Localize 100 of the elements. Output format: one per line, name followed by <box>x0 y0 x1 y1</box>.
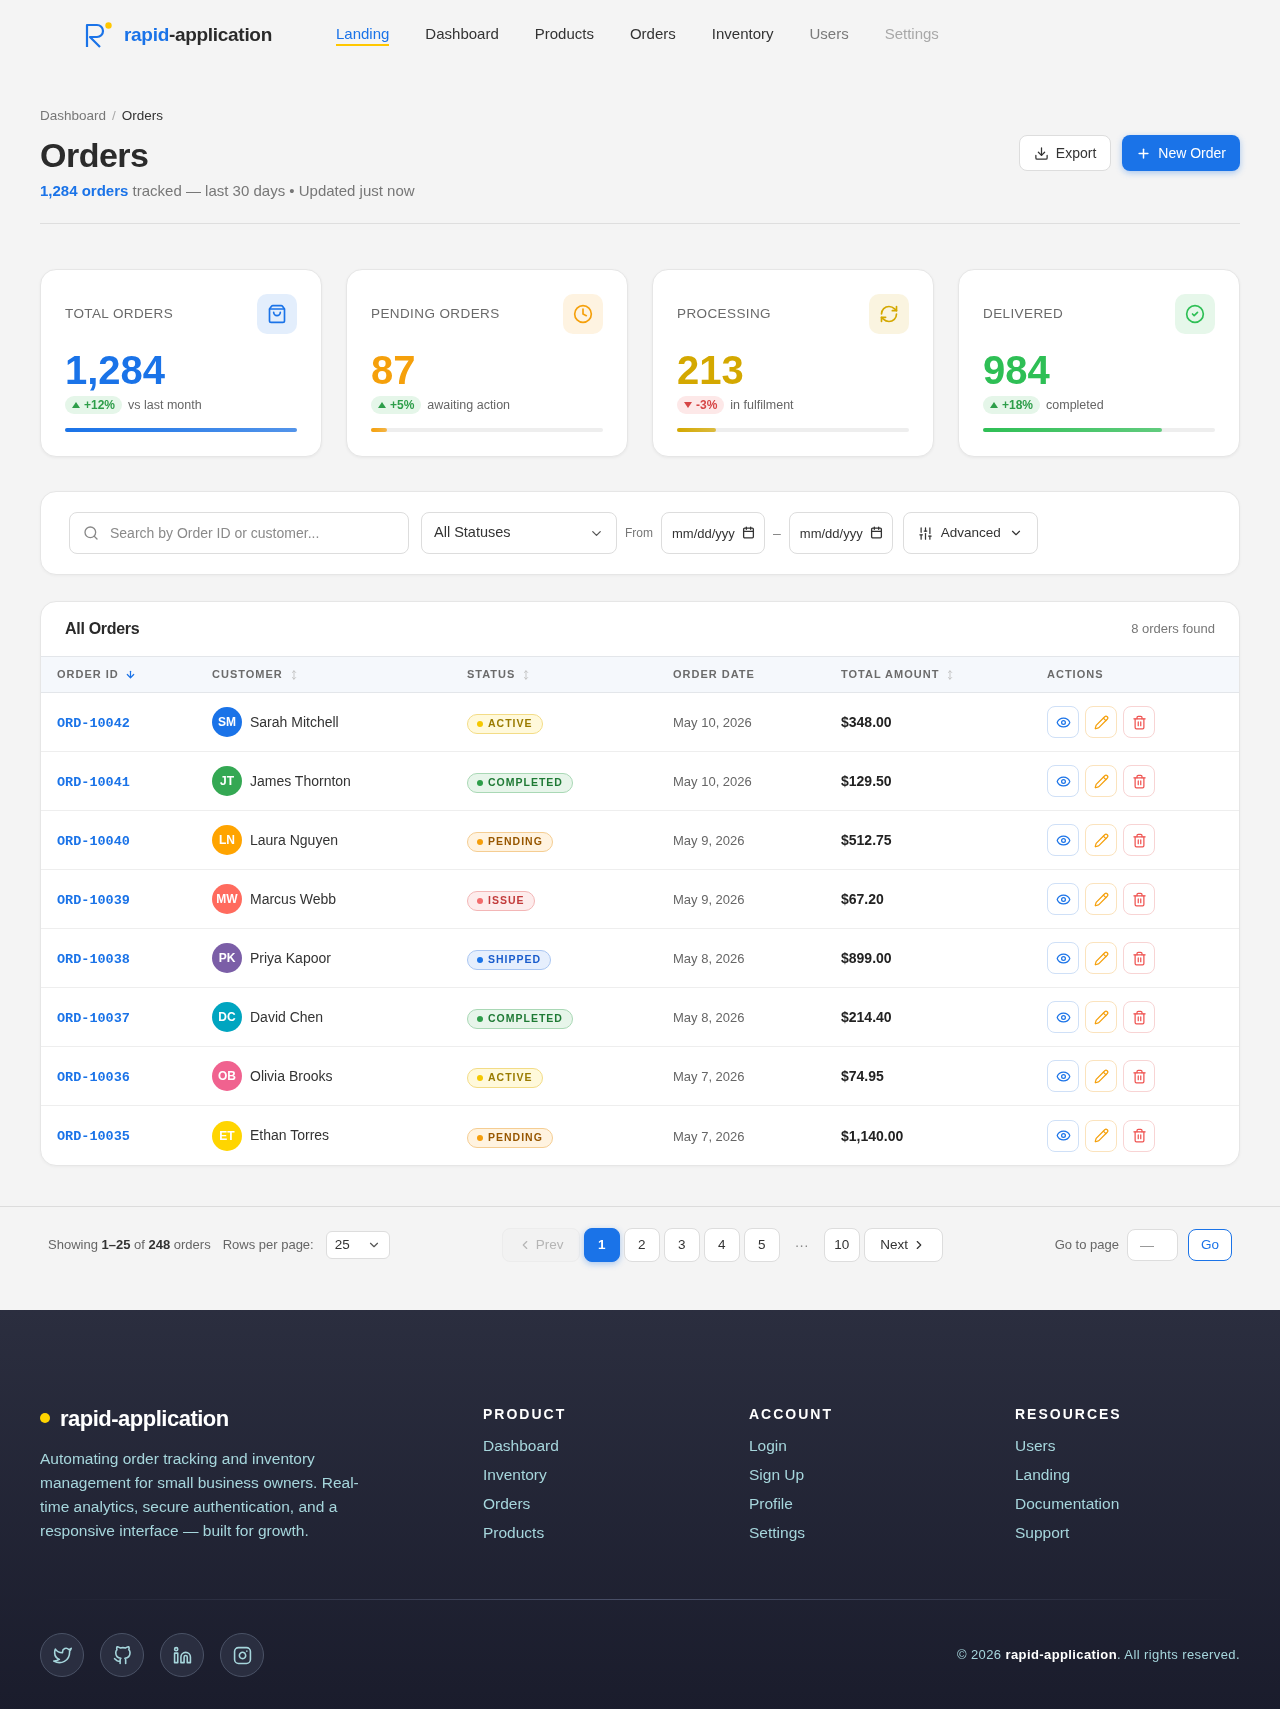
customer-avatar: SM <box>212 707 242 737</box>
customer-name: Laura Nguyen <box>250 830 338 850</box>
page-button[interactable]: 10 <box>823 1228 860 1262</box>
page-button[interactable]: 5 <box>743 1228 780 1262</box>
eye-icon <box>1055 891 1071 907</box>
social-link[interactable] <box>100 1633 144 1677</box>
nav-link[interactable]: Users <box>809 24 849 46</box>
rows-per-page-label: Rows per page: <box>222 1236 314 1255</box>
linkedin-icon <box>172 1645 192 1665</box>
page-button[interactable]: 2 <box>623 1228 660 1262</box>
footer-link[interactable]: Users <box>1015 1434 1056 1458</box>
view-button[interactable] <box>1047 1119 1079 1152</box>
delete-button[interactable] <box>1123 1119 1155 1152</box>
view-button[interactable] <box>1047 1060 1079 1092</box>
date-field[interactable]: mm/dd/yyy <box>788 512 893 554</box>
footer-link[interactable]: Settings <box>749 1521 805 1545</box>
social-link[interactable] <box>160 1633 204 1677</box>
edit-button[interactable] <box>1085 1060 1117 1092</box>
delete-button[interactable] <box>1123 942 1155 974</box>
customer-avatar: DC <box>212 1002 242 1032</box>
sliders-icon <box>917 525 933 541</box>
stat-label: TOTAL ORDERS <box>65 305 174 323</box>
nav-link[interactable]: Dashboard <box>425 24 499 46</box>
view-button[interactable] <box>1047 706 1079 738</box>
edit-button[interactable] <box>1085 1001 1117 1033</box>
pencil-icon <box>1093 773 1109 789</box>
advanced-button[interactable]: Advanced <box>902 512 1038 554</box>
brand-name[interactable]: rapid-application <box>124 20 272 50</box>
footer-link[interactable]: Orders <box>483 1492 531 1516</box>
export-button[interactable]: Export <box>1018 135 1112 171</box>
view-button[interactable] <box>1047 883 1079 915</box>
footer-link[interactable]: Documentation <box>1015 1492 1120 1516</box>
order-id-link[interactable]: ORD-10035 <box>57 1129 130 1145</box>
nav-link[interactable]: Inventory <box>711 24 774 46</box>
edit-button[interactable] <box>1085 942 1117 974</box>
view-button[interactable] <box>1047 824 1079 856</box>
edit-button[interactable] <box>1085 883 1117 915</box>
page-button[interactable]: 4 <box>703 1228 740 1262</box>
edit-button[interactable] <box>1085 1119 1117 1152</box>
column-header[interactable]: ORDER ID <box>57 666 136 683</box>
nav-link[interactable]: Products <box>534 24 594 46</box>
order-id-link[interactable]: ORD-10040 <box>57 833 130 849</box>
footer-link[interactable]: Support <box>1015 1521 1070 1545</box>
edit-button[interactable] <box>1085 765 1117 797</box>
column-header[interactable]: CUSTOMER <box>212 666 299 683</box>
search-field[interactable]: Search by Order ID or customer... <box>69 512 409 554</box>
edit-button[interactable] <box>1085 824 1117 856</box>
trash-icon <box>1131 1128 1147 1143</box>
view-button[interactable] <box>1047 942 1079 974</box>
order-id-link[interactable]: ORD-10038 <box>57 951 130 967</box>
stat-note: vs last month <box>128 396 202 414</box>
nav-link[interactable]: Orders <box>629 24 676 46</box>
footer-link[interactable]: Inventory <box>483 1463 547 1487</box>
delete-button[interactable] <box>1123 765 1155 797</box>
column-header[interactable]: STATUS <box>467 666 532 683</box>
trend-value: +5% <box>390 397 415 413</box>
order-total: $899.00 <box>841 950 892 966</box>
footer-link[interactable]: Landing <box>1015 1463 1071 1487</box>
column-header[interactable]: TOTAL AMOUNT <box>841 666 956 683</box>
order-id-link[interactable]: ORD-10039 <box>57 892 130 908</box>
trash-icon <box>1131 832 1147 848</box>
breadcrumb-link[interactable]: Dashboard <box>40 106 107 126</box>
delete-button[interactable] <box>1123 1001 1155 1033</box>
new-order-button[interactable]: New Order <box>1122 135 1240 171</box>
edit-button[interactable] <box>1085 706 1117 738</box>
column-header: ORDER DATE <box>673 667 756 683</box>
view-button[interactable] <box>1047 765 1079 797</box>
trash-icon <box>1131 714 1147 730</box>
footer-link[interactable]: Profile <box>749 1492 793 1516</box>
date-field[interactable]: mm/dd/yyy <box>661 512 765 554</box>
delete-button[interactable] <box>1123 1060 1155 1092</box>
footer-link[interactable]: Products <box>483 1521 545 1545</box>
go-button[interactable]: Go <box>1188 1229 1232 1261</box>
customer-name: Sarah Mitchell <box>250 712 339 732</box>
footer-heading: ACCOUNT <box>749 1405 833 1424</box>
footer-link[interactable]: Sign Up <box>749 1463 805 1487</box>
eye-icon <box>1055 832 1071 848</box>
next-button[interactable]: Next <box>863 1228 943 1262</box>
customer-avatar: ET <box>212 1120 242 1151</box>
footer-heading: RESOURCES <box>1015 1405 1122 1424</box>
rows-per-page-select[interactable]: 25 <box>325 1231 390 1259</box>
delete-button[interactable] <box>1123 824 1155 856</box>
stat-label: DELIVERED <box>983 305 1064 323</box>
footer-link[interactable]: Login <box>749 1434 787 1458</box>
page-button[interactable]: 1 <box>583 1228 620 1262</box>
order-id-link[interactable]: ORD-10041 <box>57 774 130 790</box>
view-button[interactable] <box>1047 1001 1079 1033</box>
order-id-link[interactable]: ORD-10037 <box>57 1010 130 1026</box>
order-id-link[interactable]: ORD-10036 <box>57 1069 130 1085</box>
status-label: COMPLETED <box>488 1011 563 1027</box>
order-id-link[interactable]: ORD-10042 <box>57 715 130 731</box>
delete-button[interactable] <box>1123 883 1155 915</box>
footer-link[interactable]: Dashboard <box>483 1434 559 1458</box>
nav-link[interactable]: Landing <box>335 24 390 46</box>
status-select[interactable]: All Statuses <box>421 512 617 554</box>
delete-button[interactable] <box>1123 706 1155 738</box>
social-link[interactable] <box>220 1633 264 1677</box>
page-number-field[interactable]: — <box>1127 1229 1178 1261</box>
social-link[interactable] <box>40 1633 84 1677</box>
page-button[interactable]: 3 <box>663 1228 700 1262</box>
